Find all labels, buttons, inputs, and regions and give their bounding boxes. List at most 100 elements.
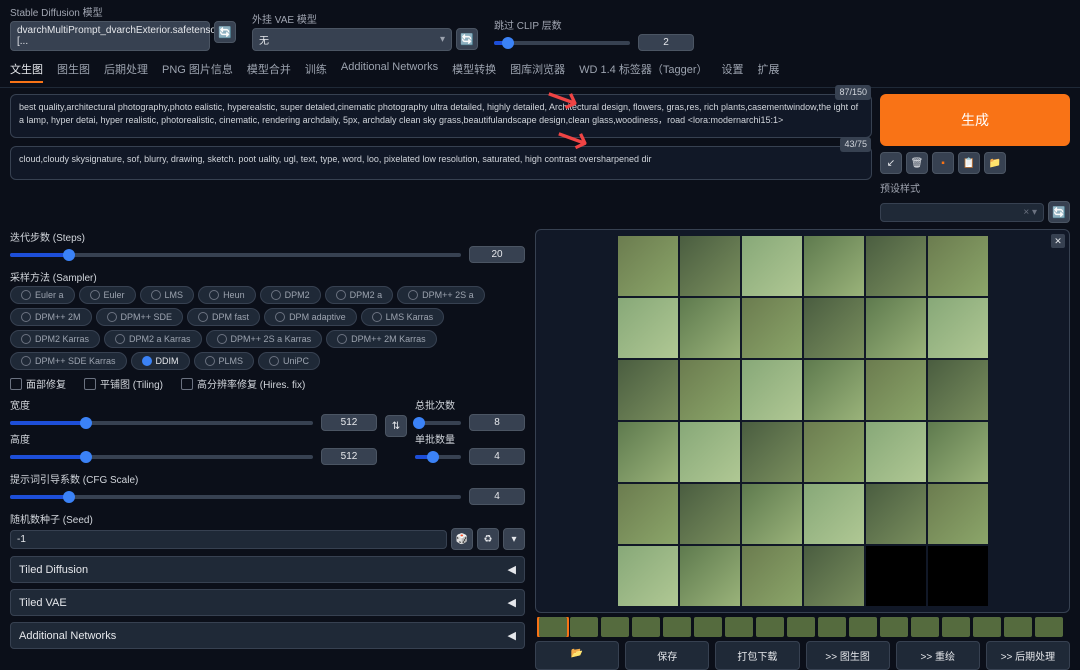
trash-icon[interactable]: 🗑 <box>906 152 928 174</box>
sampler-option[interactable]: DPM2 a <box>325 286 394 304</box>
folder-icon[interactable]: 📁 <box>984 152 1006 174</box>
dice-icon[interactable]: 🎲 <box>451 528 473 550</box>
sampler-option[interactable]: DPM++ SDE Karras <box>10 352 127 370</box>
sampler-option[interactable]: Euler <box>79 286 136 304</box>
gallery-cell[interactable] <box>618 546 678 606</box>
gallery-thumb[interactable] <box>725 617 753 637</box>
send-inpaint-button[interactable]: >> 重绘 <box>896 641 980 670</box>
tab-img2img[interactable]: 图生图 <box>57 57 90 83</box>
tab-gallery[interactable]: 图库浏览器 <box>510 57 565 83</box>
gallery-cell[interactable] <box>804 298 864 358</box>
face-restore-check[interactable]: 面部修复 <box>10 376 66 391</box>
width-value[interactable]: 512 <box>321 414 377 431</box>
gallery-cell[interactable] <box>742 546 802 606</box>
refresh-vae-button[interactable]: 🔄 <box>456 28 478 50</box>
gallery-thumb[interactable] <box>880 617 908 637</box>
sampler-option[interactable]: DPM fast <box>187 308 260 326</box>
accordion-tiled-vae[interactable]: Tiled VAE◀ <box>10 589 525 616</box>
gallery-thumb[interactable] <box>1035 617 1063 637</box>
palette-icon[interactable]: ▪ <box>932 152 954 174</box>
sampler-option[interactable]: DPM2 a Karras <box>104 330 202 348</box>
tiling-check[interactable]: 平铺图 (Tiling) <box>84 376 163 391</box>
gallery-cell[interactable] <box>742 484 802 544</box>
gallery-cell[interactable] <box>680 422 740 482</box>
gallery-thumb[interactable] <box>663 617 691 637</box>
gallery-thumb[interactable] <box>601 617 629 637</box>
batch-count-value[interactable]: 8 <box>469 414 525 431</box>
cfg-slider[interactable] <box>10 495 461 499</box>
model-dropdown[interactable]: dvarchMultiPrompt_dvarchExterior.safeten… <box>10 21 210 51</box>
sampler-option[interactable]: DPM2 <box>260 286 321 304</box>
open-folder-button[interactable]: 📂 <box>535 641 619 670</box>
sampler-option[interactable]: UniPC <box>258 352 320 370</box>
gallery-cell[interactable] <box>618 298 678 358</box>
tab-settings[interactable]: 设置 <box>722 57 744 83</box>
gallery-thumb[interactable] <box>756 617 784 637</box>
steps-slider[interactable] <box>10 253 461 257</box>
gallery-thumb[interactable] <box>849 617 877 637</box>
refresh-preset-button[interactable]: 🔄 <box>1048 201 1070 223</box>
sampler-option[interactable]: DPM++ SDE <box>96 308 184 326</box>
tab-pnginfo[interactable]: PNG 图片信息 <box>162 57 233 83</box>
gallery-cell[interactable] <box>804 546 864 606</box>
negative-prompt[interactable]: 43/75 cloud,cloudy skysignature, sof, bl… <box>10 146 872 180</box>
sampler-option[interactable]: DDIM <box>131 352 190 370</box>
tab-train[interactable]: 训练 <box>305 57 327 83</box>
gallery-thumb[interactable] <box>632 617 660 637</box>
sampler-option[interactable]: Heun <box>198 286 256 304</box>
send-img2img-button[interactable]: >> 图生图 <box>806 641 890 670</box>
gallery-thumb[interactable] <box>694 617 722 637</box>
gallery-thumb[interactable] <box>539 617 567 637</box>
sampler-option[interactable]: DPM++ 2M <box>10 308 92 326</box>
tab-extras[interactable]: 后期处理 <box>104 57 148 83</box>
cfg-value[interactable]: 4 <box>469 488 525 505</box>
batch-count-slider[interactable] <box>415 421 461 425</box>
gallery-cell[interactable] <box>804 360 864 420</box>
generate-button[interactable]: 生成 <box>880 94 1070 146</box>
hires-check[interactable]: 高分辨率修复 (Hires. fix) <box>181 376 305 391</box>
gallery-cell[interactable] <box>928 422 988 482</box>
sampler-option[interactable]: PLMS <box>194 352 255 370</box>
swap-dims-button[interactable]: ⇅ <box>385 415 407 437</box>
sampler-option[interactable]: DPM++ 2S a Karras <box>206 330 323 348</box>
accordion-tiled-diffusion[interactable]: Tiled Diffusion◀ <box>10 556 525 583</box>
batch-size-value[interactable]: 4 <box>469 448 525 465</box>
sampler-option[interactable]: DPM2 Karras <box>10 330 100 348</box>
gallery-thumb[interactable] <box>942 617 970 637</box>
gallery-thumb[interactable] <box>911 617 939 637</box>
tab-tagger[interactable]: WD 1.4 标签器（Tagger） <box>579 57 707 83</box>
gallery-cell[interactable] <box>804 484 864 544</box>
positive-prompt[interactable]: 87/150 best quality,architectural photog… <box>10 94 872 138</box>
gallery-thumb[interactable] <box>818 617 846 637</box>
gallery-cell[interactable] <box>928 236 988 296</box>
gallery-cell[interactable] <box>742 298 802 358</box>
gallery-cell[interactable] <box>866 546 926 606</box>
gallery-cell[interactable] <box>680 360 740 420</box>
gallery-cell[interactable] <box>618 236 678 296</box>
batch-size-slider[interactable] <box>415 455 461 459</box>
sampler-option[interactable]: DPM adaptive <box>264 308 357 326</box>
gallery-cell[interactable] <box>680 484 740 544</box>
gallery-cell[interactable] <box>804 236 864 296</box>
steps-value[interactable]: 20 <box>469 246 525 263</box>
gallery-cell[interactable] <box>928 298 988 358</box>
gallery-cell[interactable] <box>866 298 926 358</box>
output-gallery[interactable]: ✕ <box>535 229 1070 613</box>
gallery-cell[interactable] <box>928 546 988 606</box>
gallery-cell[interactable] <box>618 484 678 544</box>
tab-merge[interactable]: 模型合并 <box>247 57 291 83</box>
tab-addnet[interactable]: Additional Networks <box>341 57 438 83</box>
gallery-cell[interactable] <box>742 360 802 420</box>
gallery-thumb[interactable] <box>570 617 598 637</box>
preset-dropdown[interactable]: × ▾ <box>880 203 1044 222</box>
send-extras-button[interactable]: >> 后期处理 <box>986 641 1070 670</box>
clipboard-icon[interactable]: 📋 <box>958 152 980 174</box>
refresh-model-button[interactable]: 🔄 <box>214 21 236 43</box>
gallery-cell[interactable] <box>742 236 802 296</box>
gallery-cell[interactable] <box>804 422 864 482</box>
sampler-option[interactable]: DPM++ 2M Karras <box>326 330 437 348</box>
gallery-cell[interactable] <box>928 360 988 420</box>
gallery-thumb[interactable] <box>973 617 1001 637</box>
gallery-thumb[interactable] <box>1004 617 1032 637</box>
gallery-cell[interactable] <box>680 298 740 358</box>
